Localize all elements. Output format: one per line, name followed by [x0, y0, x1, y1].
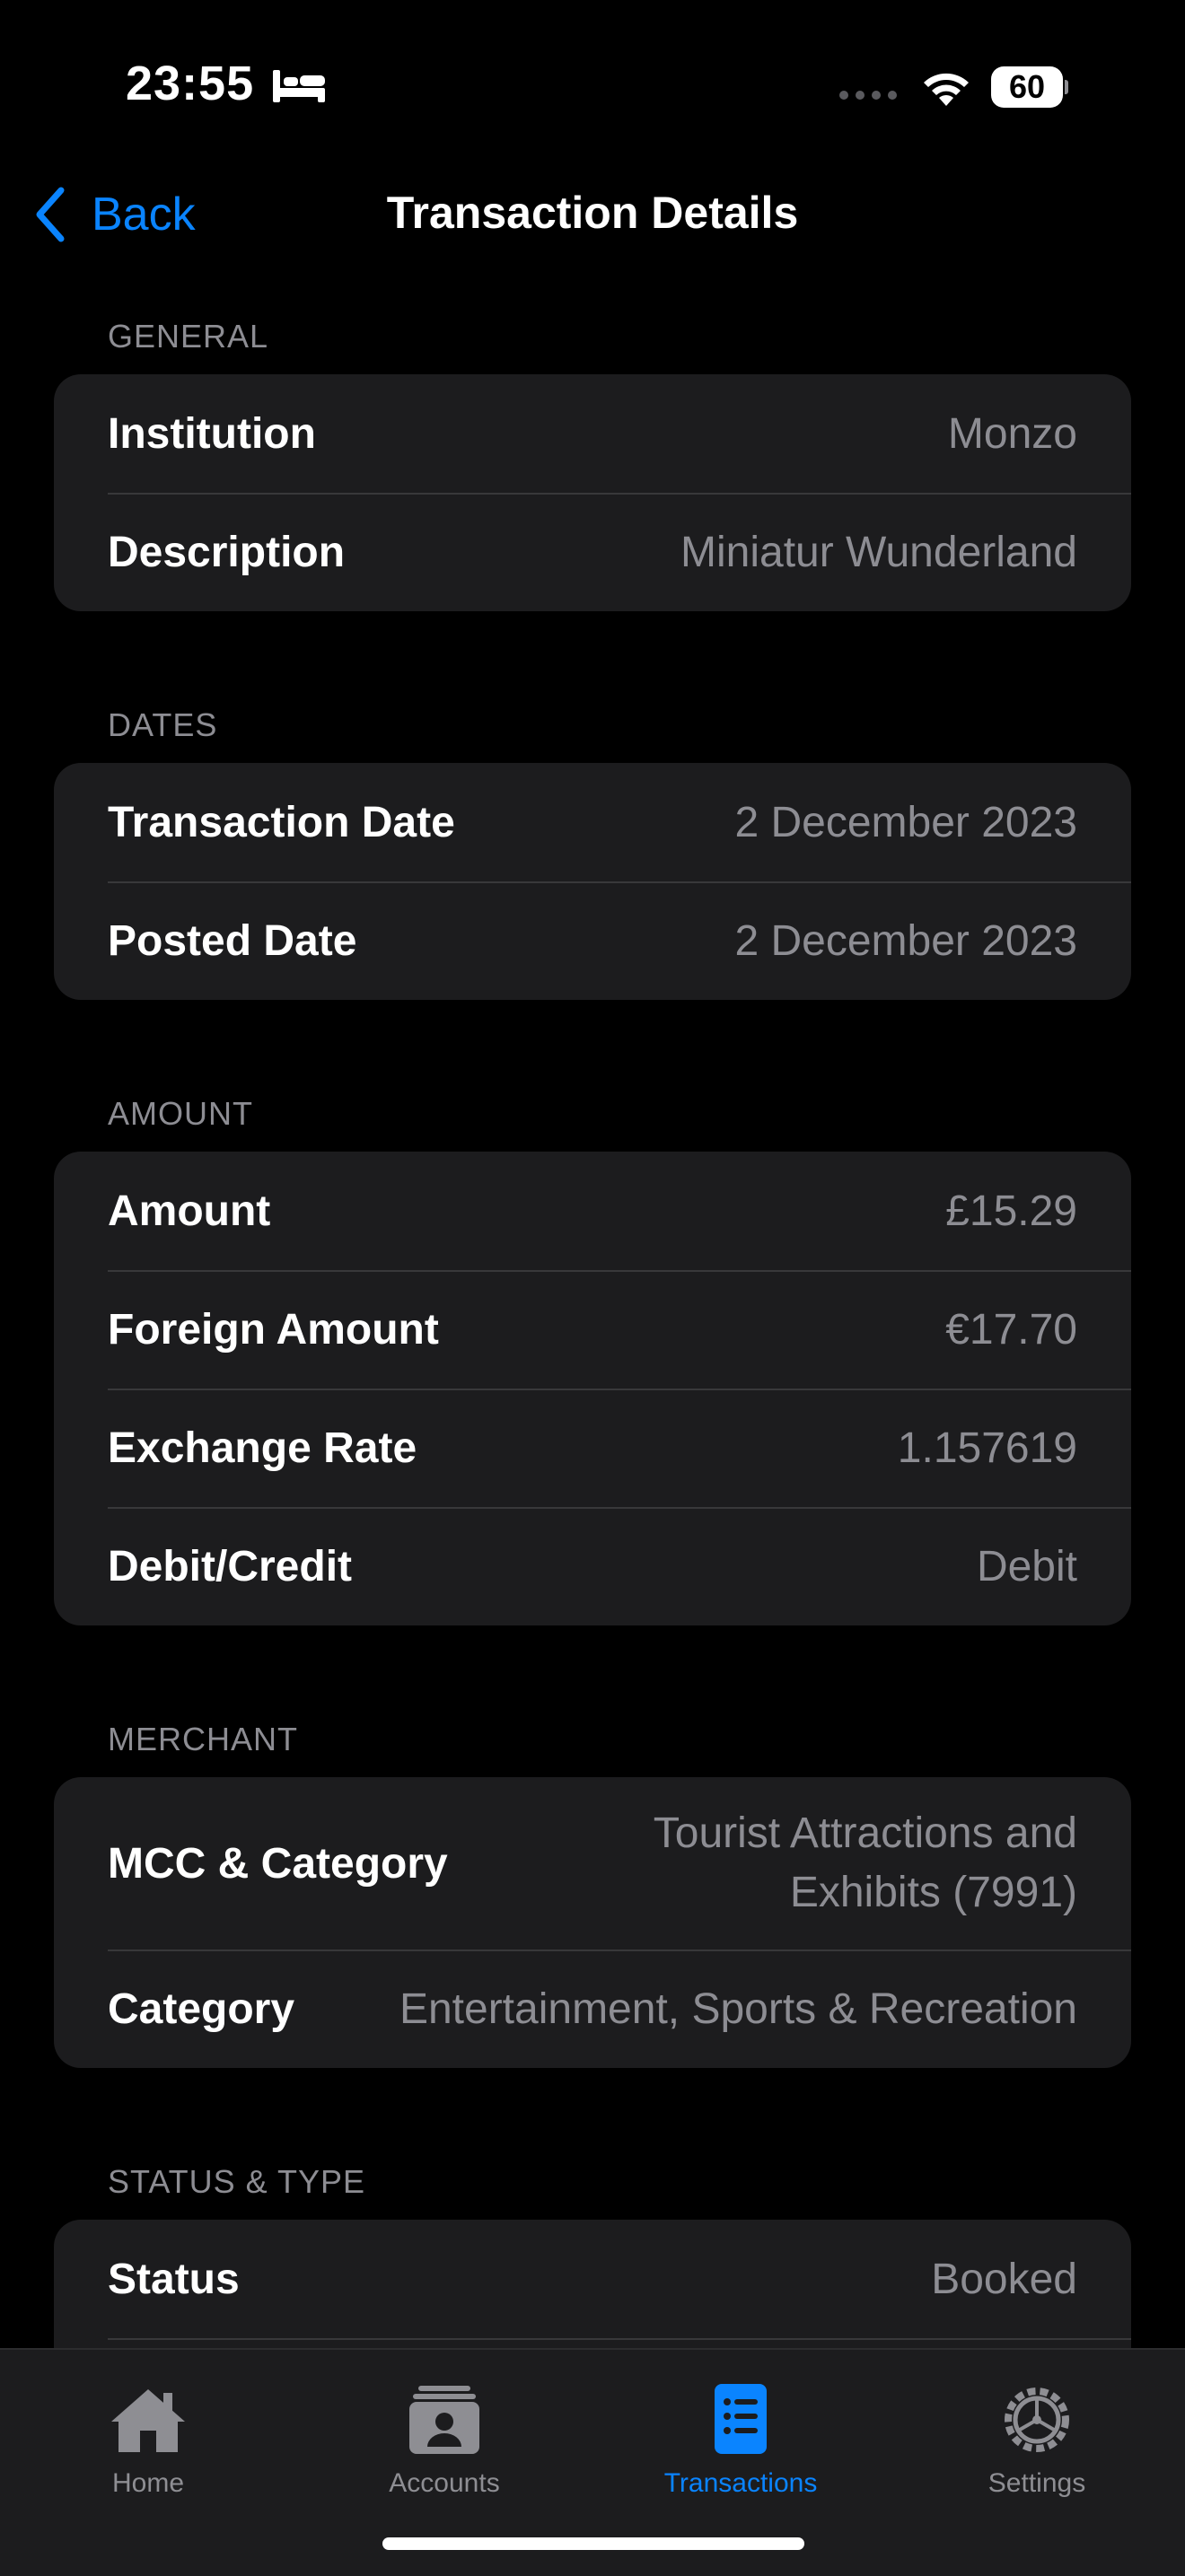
bed-icon — [273, 70, 325, 102]
row-institution: Institution Monzo — [54, 374, 1131, 493]
row-value: Booked — [931, 2255, 1077, 2303]
row-value: Tourist Attractions and Exhibits (7991) — [653, 1809, 1077, 1916]
battery-icon: 60 — [991, 66, 1068, 108]
accounts-icon — [409, 2386, 479, 2454]
status-bar: 23:55 60 — [0, 0, 1185, 171]
row-label: Description — [108, 528, 346, 576]
row-label: Debit/Credit — [108, 1542, 353, 1590]
tab-transactions[interactable]: Transactions — [592, 2364, 889, 2517]
page-title: Transaction Details — [386, 188, 799, 238]
row-label: Status — [108, 2255, 240, 2303]
row-value: 2 December 2023 — [734, 798, 1077, 846]
row-value: Miniatur Wunderland — [680, 528, 1077, 576]
row-value: Monzo — [947, 409, 1077, 458]
section-header-status-type: STATUS & TYPE — [108, 2163, 366, 2200]
row-status: Status Booked — [54, 2220, 1131, 2338]
tab-accounts[interactable]: Accounts — [296, 2364, 592, 2517]
row-category: Category Entertainment, Sports & Recreat… — [54, 1950, 1131, 2068]
row-value: €17.70 — [945, 1305, 1077, 1354]
row-value: £15.29 — [945, 1187, 1077, 1235]
row-debit-credit: Debit/Credit Debit — [54, 1507, 1131, 1625]
tab-label: Settings — [988, 2468, 1086, 2498]
row-amount: Amount £15.29 — [54, 1152, 1131, 1270]
group-amount: Amount £15.29 Foreign Amount €17.70 Exch… — [54, 1152, 1131, 1625]
house-icon — [111, 2389, 185, 2452]
row-label: Foreign Amount — [108, 1305, 439, 1354]
status-time: 23:55 — [126, 57, 255, 110]
navigation-bar: Back Transaction Details — [0, 171, 1185, 260]
row-label: MCC & Category — [108, 1839, 448, 1888]
row-value: 2 December 2023 — [734, 916, 1077, 965]
row-description: Description Miniatur Wunderland — [54, 493, 1131, 611]
row-label: Transaction Date — [108, 798, 455, 846]
section-header-dates: DATES — [108, 706, 218, 743]
tab-settings[interactable]: Settings — [889, 2364, 1185, 2517]
row-foreign-amount: Foreign Amount €17.70 — [54, 1270, 1131, 1389]
tab-home[interactable]: Home — [0, 2364, 296, 2517]
row-label: Institution — [108, 409, 316, 458]
wifi-icon — [924, 73, 969, 106]
section-header-amount: AMOUNT — [108, 1095, 253, 1132]
list-icon — [715, 2384, 767, 2454]
row-value: Debit — [976, 1542, 1077, 1590]
row-label: Posted Date — [108, 916, 357, 965]
row-label: Category — [108, 1985, 295, 2033]
group-merchant: MCC & Category Tourist Attractions and E… — [54, 1777, 1131, 2068]
tab-label: Transactions — [663, 2468, 818, 2498]
home-indicator[interactable] — [382, 2537, 804, 2550]
group-general: Institution Monzo Description Miniatur W… — [54, 374, 1131, 611]
row-exchange-rate: Exchange Rate 1.157619 — [54, 1389, 1131, 1507]
gear-icon — [1005, 2388, 1069, 2452]
row-label: Exchange Rate — [108, 1424, 417, 1472]
tab-label: Home — [111, 2468, 185, 2498]
row-value: 1.157619 — [897, 1424, 1077, 1472]
cellular-signal-icon — [839, 91, 897, 100]
row-label: Amount — [108, 1187, 271, 1235]
section-header-merchant: MERCHANT — [108, 1721, 298, 1757]
row-value: Entertainment, Sports & Recreation — [399, 1985, 1077, 2033]
row-mcc-category: MCC & Category Tourist Attractions and E… — [54, 1777, 1131, 1950]
battery-level: 60 — [991, 66, 1068, 108]
section-header-general: GENERAL — [108, 318, 269, 355]
row-transaction-date: Transaction Date 2 December 2023 — [54, 763, 1131, 881]
row-posted-date: Posted Date 2 December 2023 — [54, 881, 1131, 1000]
tab-label: Accounts — [389, 2468, 500, 2498]
group-dates: Transaction Date 2 December 2023 Posted … — [54, 763, 1131, 1000]
